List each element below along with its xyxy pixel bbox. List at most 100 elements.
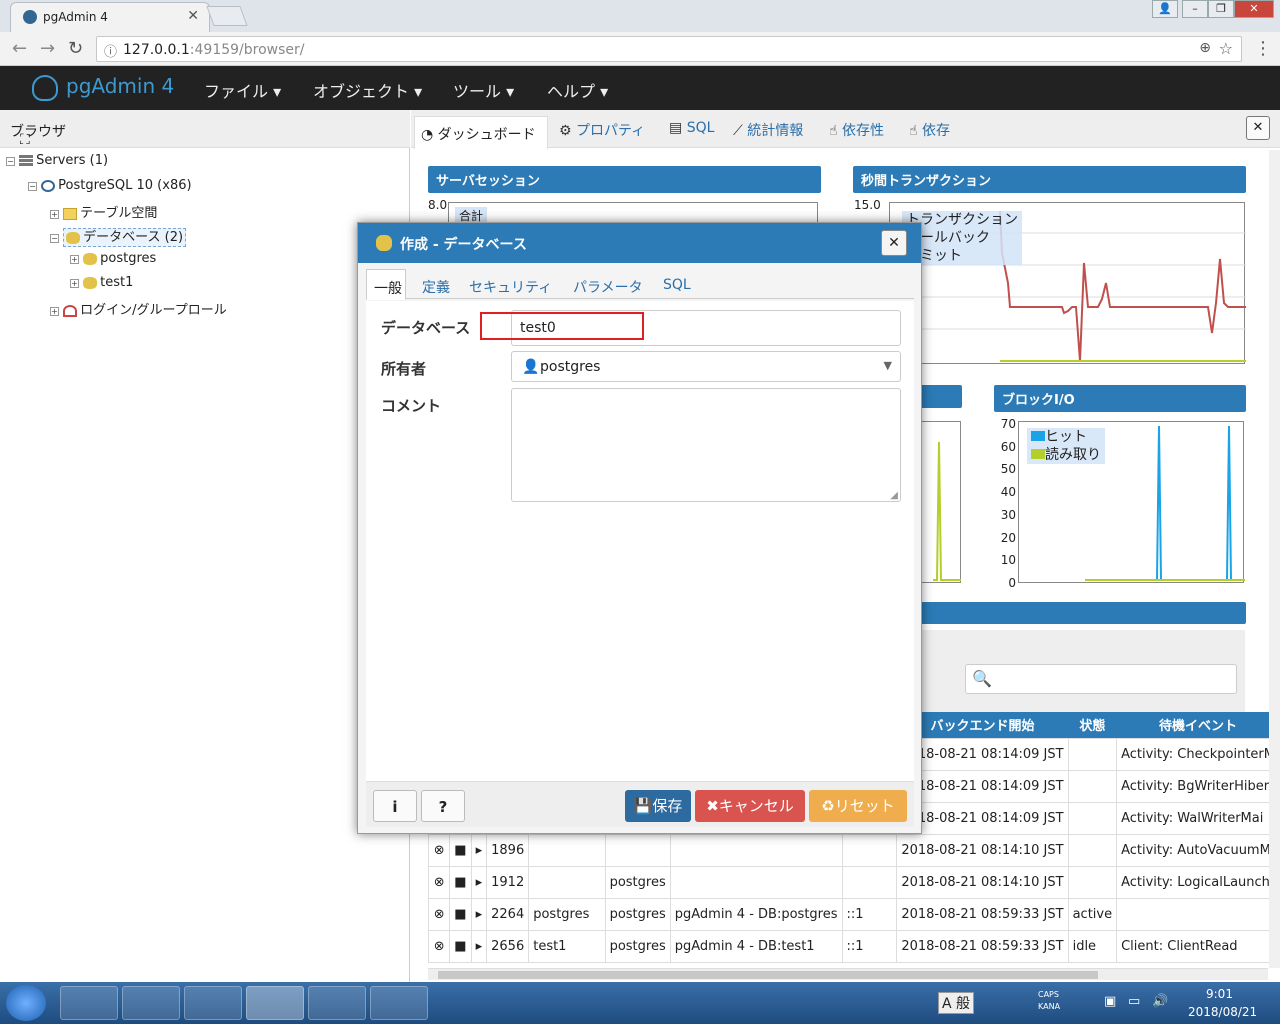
menu-tools[interactable]: ツール ▾ (453, 78, 514, 102)
new-tab-button[interactable] (206, 6, 248, 26)
col-backend-start[interactable]: バックエンド開始 (896, 712, 1069, 738)
menu-file[interactable]: ファイル ▾ (204, 78, 281, 102)
tab-dependents[interactable]: ☝ 依存 (909, 120, 950, 140)
start-button-icon[interactable] (6, 985, 46, 1021)
resize-handle-icon[interactable]: ◢ (890, 490, 898, 501)
vertical-scrollbar[interactable] (1269, 150, 1280, 968)
clock-time[interactable]: 9:01 (1206, 987, 1233, 1001)
collapse-icon[interactable]: − (50, 234, 59, 243)
tree-item-postgresql[interactable]: − PostgreSQL 10 (x86) (28, 178, 192, 193)
back-icon[interactable]: ← (12, 38, 27, 59)
zoom-icon[interactable]: ⊕ (1199, 40, 1211, 56)
chevron-down-icon[interactable]: ▼ (884, 359, 892, 372)
expand-icon[interactable]: + (50, 307, 59, 316)
cell-db (528, 865, 606, 899)
expand-row-icon[interactable]: ▸ (470, 833, 488, 867)
chrome-menu-icon[interactable]: ⋮ (1254, 38, 1272, 59)
expand-row-icon[interactable]: ▸ (470, 865, 488, 899)
url-field[interactable]: ⓘ 127.0.0.1:49159/browser/ ⊕ ☆ (96, 36, 1242, 62)
tree-item-db-postgres[interactable]: + postgres (70, 251, 156, 266)
tab-sql[interactable]: ▤ SQL (669, 120, 714, 136)
media-player-icon[interactable] (184, 986, 242, 1020)
expand-row-icon[interactable]: ▸ (470, 929, 488, 963)
expand-icon[interactable]: + (70, 279, 79, 288)
menu-object[interactable]: オブジェクト ▾ (313, 78, 422, 102)
minimize-button[interactable]: – (1182, 0, 1208, 18)
server-activity-header (911, 602, 1246, 624)
stop-icon[interactable]: ■ (449, 833, 472, 867)
pgadmin-task-icon[interactable] (308, 986, 366, 1020)
tree-item-tablespaces[interactable]: + テーブル空間 (50, 202, 157, 221)
table-row[interactable]: ⊗ ■ ▸ 1912 postgres 2018-08-21 08:14:10 JST… (427, 865, 1280, 899)
display-icon[interactable]: ▭ (1128, 994, 1140, 1009)
tree-item-servers[interactable]: − Servers (1) (6, 153, 108, 168)
database-name-input[interactable]: test0 (480, 310, 901, 346)
expand-icon[interactable]: + (50, 210, 59, 219)
tab-security[interactable]: セキュリティ (469, 277, 552, 297)
cancel-button[interactable]: ✖キャンセル (695, 790, 805, 822)
dialog-titlebar[interactable]: 作成 - データベース ✕ (358, 223, 921, 263)
tab-dependencies[interactable]: ☝ 依存性 (829, 120, 884, 140)
terminate-icon[interactable]: ⊗ (427, 929, 451, 963)
expand-icon[interactable]: + (70, 255, 79, 264)
col-wait-event[interactable]: 待機イベント (1116, 712, 1280, 738)
help-button[interactable]: ? (421, 790, 465, 822)
tree-item-databases[interactable]: − データベース (2) (50, 226, 187, 247)
clock-date[interactable]: 2018/08/21 (1188, 1005, 1257, 1019)
tab-statistics[interactable]: ⟋ 統計情報 (733, 120, 803, 140)
col-state[interactable]: 状態 (1068, 712, 1117, 738)
tab-sql[interactable]: SQL (663, 277, 691, 293)
menu-help[interactable]: ヘルプ ▾ (547, 78, 608, 102)
tree-item-login-roles[interactable]: + ログイン/グループロール (50, 299, 227, 318)
save-button[interactable]: 💾保存 (625, 790, 691, 822)
stop-icon[interactable]: ■ (449, 897, 472, 931)
tab-parameters[interactable]: パラメータ (573, 277, 643, 297)
table-row[interactable]: ⊗ ■ ▸ 2264 postgres postgres pgAdmin 4 - DB:p… (427, 897, 1280, 931)
user-icon[interactable]: 👤 (1152, 0, 1178, 18)
bookmark-star-icon[interactable]: ☆ (1219, 39, 1233, 58)
reset-button[interactable]: ♻リセット (809, 790, 907, 822)
tab-dashboard[interactable]: ◔ ダッシュボード (414, 116, 548, 149)
restore-button[interactable]: ❐ (1208, 0, 1234, 18)
database-name-value: test0 (520, 320, 556, 336)
collapse-icon[interactable]: − (6, 157, 15, 166)
network-icon[interactable]: ▣ (1104, 994, 1116, 1009)
paint-icon[interactable] (370, 986, 428, 1020)
terminate-icon[interactable]: ⊗ (427, 865, 451, 899)
comment-textarea[interactable]: ◢ (511, 388, 901, 502)
pgadmin-brand[interactable]: pgAdmin 4 (32, 74, 174, 101)
collapse-icon[interactable]: − (28, 182, 37, 191)
stop-icon[interactable]: ■ (449, 929, 472, 963)
tab-definition[interactable]: 定義 (422, 277, 450, 297)
expand-row-icon[interactable]: ▸ (470, 897, 488, 931)
table-row[interactable]: ⊗ ■ ▸ 1896 2018-08-21 08:14:10 JST Activity… (427, 833, 1280, 867)
info-icon[interactable]: ⓘ (104, 41, 117, 60)
tab-label: SQL (686, 120, 715, 136)
horizontal-scrollbar[interactable] (428, 968, 1268, 980)
owner-select[interactable]: 👤 postgres ▼ (511, 351, 901, 382)
tab-properties[interactable]: ⚙ プロパティ (559, 120, 645, 140)
close-panel-button[interactable]: ✕ (1246, 116, 1270, 140)
browser-tab[interactable]: pgAdmin 4 ✕ (10, 2, 210, 32)
explorer-icon[interactable] (122, 986, 180, 1020)
close-dialog-button[interactable]: ✕ (881, 230, 907, 256)
info-button[interactable]: i (373, 790, 417, 822)
tab-general[interactable]: 一般 (366, 269, 406, 300)
tree-item-db-test1[interactable]: + test1 (70, 275, 133, 290)
scrollbar-thumb[interactable] (438, 971, 1098, 979)
stop-icon[interactable]: ■ (449, 865, 472, 899)
terminate-icon[interactable]: ⊗ (427, 897, 451, 931)
table-row[interactable]: ⊗ ■ ▸ 2656 test1 postgres pgAdmin 4 - DB:test… (427, 929, 1280, 963)
ie-icon[interactable] (60, 986, 118, 1020)
cell-user: postgres (604, 865, 671, 899)
activity-search-input[interactable]: 🔍 (965, 664, 1237, 694)
close-window-button[interactable]: ✕ (1234, 0, 1274, 18)
forward-icon[interactable]: → (40, 38, 55, 59)
terminate-icon[interactable]: ⊗ (427, 833, 451, 867)
volume-icon[interactable]: 🔊 (1152, 994, 1168, 1009)
reload-icon[interactable]: ↻ (68, 38, 83, 59)
chrome-icon[interactable] (246, 986, 304, 1020)
ime-indicator[interactable]: A 般 (938, 992, 975, 1014)
close-tab-icon[interactable]: ✕ (187, 8, 199, 24)
search-icon: 🔍 (972, 669, 992, 688)
